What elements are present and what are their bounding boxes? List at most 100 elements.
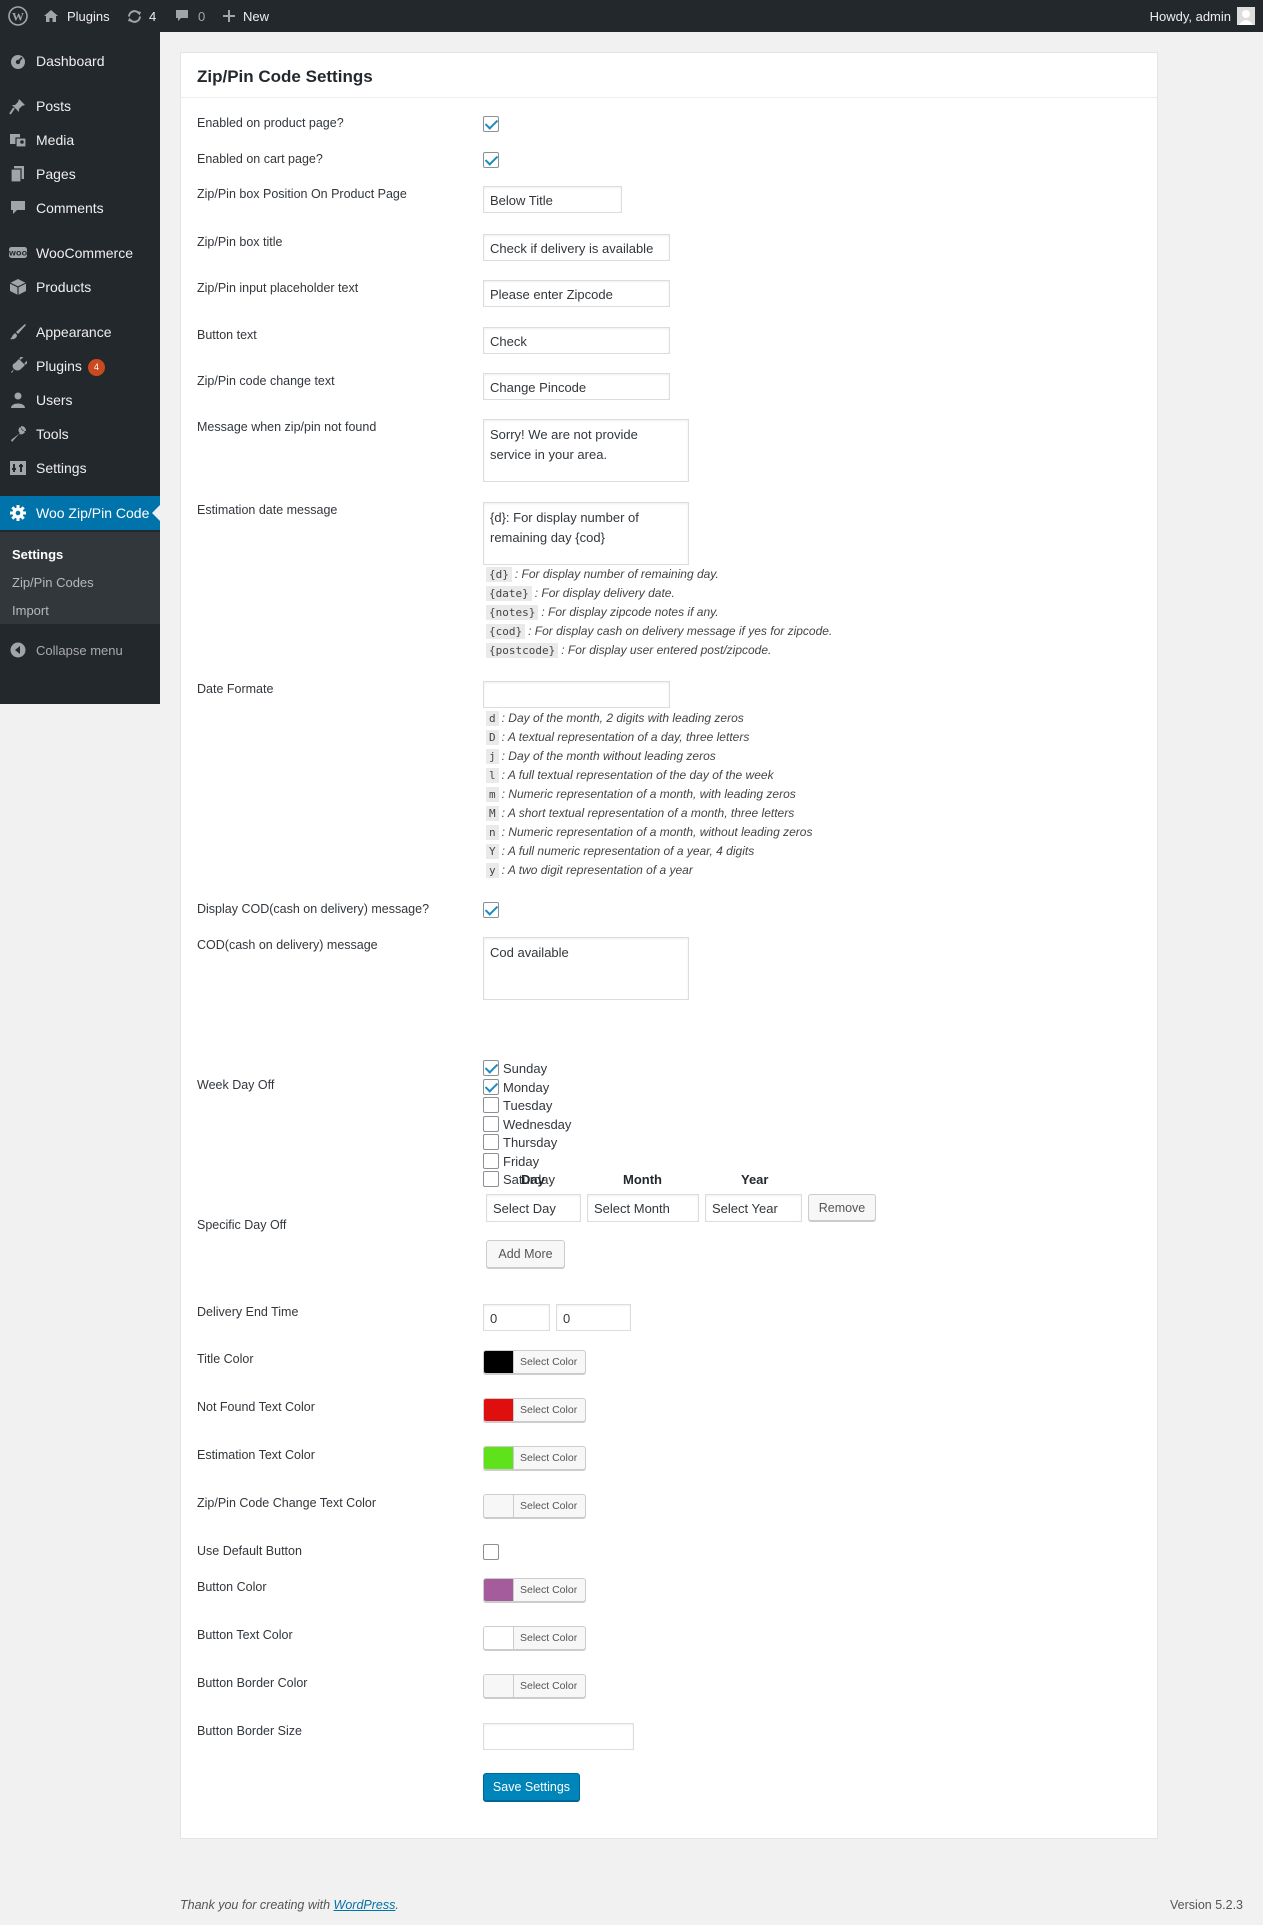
sidebar-item-settings[interactable]: Settings bbox=[0, 451, 160, 485]
estimation-color-picker[interactable]: Select Color bbox=[483, 1446, 586, 1470]
title-color-picker[interactable]: Select Color bbox=[483, 1350, 586, 1374]
wordpress-logo-icon[interactable]: W bbox=[8, 0, 28, 32]
collapse-menu-button[interactable]: Collapse menu bbox=[10, 642, 123, 658]
admin-bar: W Plugins 4 0 New Howdy, admin bbox=[0, 0, 1263, 32]
week-day-label: Sunday bbox=[503, 1061, 548, 1076]
date-format-hint: y: A two digit representation of a year bbox=[486, 863, 693, 878]
adminbar-account[interactable]: Howdy, admin bbox=[1150, 0, 1255, 32]
not-found-textarea[interactable]: Sorry! We are not provide service in you… bbox=[483, 419, 689, 482]
not-found-color-picker[interactable]: Select Color bbox=[483, 1398, 586, 1422]
date-format-hint: l: A full textual representation of the … bbox=[486, 768, 774, 783]
sidebar-item-posts[interactable]: Posts bbox=[0, 89, 160, 123]
settings-icon bbox=[10, 461, 26, 475]
adminbar-site-link[interactable]: Plugins bbox=[43, 0, 110, 32]
estimation-textarea[interactable]: {d}: For display number of remaining day… bbox=[483, 502, 689, 565]
wordpress-link[interactable]: WordPress bbox=[334, 1898, 396, 1912]
sidebar-item-label: Pages bbox=[36, 166, 76, 182]
col-year-header: Year bbox=[741, 1172, 769, 1187]
border-size-label: Button Border Size bbox=[197, 1724, 302, 1738]
select-color-label: Select Color bbox=[520, 1404, 578, 1416]
cod-message-textarea[interactable]: Cod available bbox=[483, 937, 689, 1000]
refresh-icon bbox=[128, 9, 141, 23]
sidebar-item-users[interactable]: Users bbox=[0, 383, 160, 417]
week-day-sunday[interactable]: Sunday bbox=[483, 1060, 547, 1076]
sidebar-item-woo-zip-pin-code[interactable]: Woo Zip/Pin Code bbox=[0, 496, 160, 530]
week-day-friday[interactable]: Friday bbox=[483, 1152, 539, 1169]
week-day-checkbox[interactable] bbox=[483, 1097, 499, 1113]
submenu-zip-pin-codes[interactable]: Zip/Pin Codes bbox=[12, 575, 94, 590]
week-day-checkbox[interactable] bbox=[483, 1078, 499, 1095]
adminbar-comments[interactable]: 0 bbox=[174, 0, 205, 32]
sidebar-item-woocommerce[interactable]: WOO WooCommerce bbox=[0, 236, 160, 270]
select-day-dropdown[interactable]: Select Day bbox=[486, 1194, 581, 1222]
display-cod-checkbox[interactable] bbox=[483, 902, 499, 918]
button-color-picker[interactable]: Select Color bbox=[483, 1578, 586, 1602]
select-color-label: Select Color bbox=[520, 1680, 578, 1692]
delivery-end-hour-input[interactable]: 0 bbox=[483, 1304, 550, 1331]
enabled-product-checkbox[interactable] bbox=[483, 116, 499, 132]
select-month-dropdown[interactable]: Select Month bbox=[587, 1194, 699, 1222]
comments-count: 0 bbox=[198, 8, 206, 24]
select-year-dropdown[interactable]: Select Year bbox=[705, 1194, 802, 1222]
sidebar-item-pages[interactable]: Pages bbox=[0, 157, 160, 191]
estimation-label: Estimation date message bbox=[197, 503, 338, 517]
week-day-checkbox[interactable] bbox=[483, 1152, 499, 1169]
sidebar-item-tools[interactable]: Tools bbox=[0, 417, 160, 451]
user-icon bbox=[11, 392, 25, 408]
box-position-input[interactable]: Below Title bbox=[483, 186, 622, 213]
comment-icon bbox=[11, 201, 25, 214]
sidebar-item-label: Settings bbox=[36, 460, 87, 476]
week-day-checkbox[interactable] bbox=[483, 1171, 499, 1187]
color-swatch bbox=[484, 1399, 514, 1421]
button-text-input[interactable]: Check bbox=[483, 327, 670, 354]
date-format-hint: Y: A full numeric representation of a ye… bbox=[486, 844, 754, 859]
week-day-tuesday[interactable]: Tuesday bbox=[483, 1097, 552, 1113]
sidebar-item-label: Comments bbox=[36, 200, 104, 216]
sidebar-item-label: Users bbox=[36, 392, 73, 408]
button-border-color-picker[interactable]: Select Color bbox=[483, 1674, 586, 1698]
sidebar-item-media[interactable]: Media bbox=[0, 123, 160, 157]
estimation-hint: {notes}: For display zipcode notes if an… bbox=[486, 605, 719, 620]
box-title-label: Zip/Pin box title bbox=[197, 235, 283, 249]
date-format-input[interactable] bbox=[483, 681, 670, 708]
adminbar-new[interactable]: New bbox=[222, 0, 269, 32]
add-more-button[interactable]: Add More bbox=[486, 1240, 565, 1268]
button-text-color-picker[interactable]: Select Color bbox=[483, 1626, 586, 1650]
border-size-input[interactable] bbox=[483, 1723, 634, 1750]
adminbar-updates[interactable]: 4 bbox=[126, 0, 156, 32]
date-format-hint: d: Day of the month, 2 digits with leadi… bbox=[486, 711, 744, 726]
sidebar-item-products[interactable]: Products bbox=[0, 270, 160, 304]
week-day-checkbox[interactable] bbox=[483, 1134, 499, 1150]
gear-icon bbox=[10, 505, 26, 521]
pin-icon bbox=[9, 99, 25, 115]
week-day-thursday[interactable]: Thursday bbox=[483, 1134, 557, 1150]
sidebar-item-dashboard[interactable]: Dashboard bbox=[0, 44, 160, 78]
updates-count: 4 bbox=[149, 8, 157, 24]
box-title-input[interactable]: Check if delivery is available bbox=[483, 234, 670, 261]
enabled-product-label: Enabled on product page? bbox=[197, 116, 344, 130]
estimation-hint: {date}: For display delivery date. bbox=[486, 586, 675, 601]
submenu-settings[interactable]: Settings bbox=[12, 547, 63, 562]
submenu: Settings Zip/Pin Codes Import bbox=[0, 532, 160, 624]
estimation-hint: {postcode}: For display user entered pos… bbox=[486, 643, 771, 658]
box-position-label: Zip/Pin box Position On Product Page bbox=[197, 187, 407, 201]
week-day-label: Wednesday bbox=[503, 1116, 572, 1132]
use-default-button-checkbox[interactable] bbox=[483, 1544, 499, 1560]
use-default-button-label: Use Default Button bbox=[197, 1544, 302, 1558]
remove-button[interactable]: Remove bbox=[808, 1194, 876, 1221]
enabled-cart-checkbox[interactable] bbox=[483, 152, 499, 168]
change-text-input[interactable]: Change Pincode bbox=[483, 373, 670, 400]
week-day-checkbox[interactable] bbox=[483, 1060, 499, 1076]
sidebar-item-appearance[interactable]: Appearance bbox=[0, 315, 160, 349]
col-day-header: Day bbox=[521, 1172, 545, 1187]
change-text-color-picker[interactable]: Select Color bbox=[483, 1494, 586, 1518]
delivery-end-minute-input[interactable]: 0 bbox=[556, 1304, 631, 1331]
submenu-import[interactable]: Import bbox=[12, 603, 49, 618]
sidebar-item-comments[interactable]: Comments bbox=[0, 191, 160, 225]
sidebar-item-plugins[interactable]: Plugins 4 bbox=[0, 349, 160, 383]
placeholder-input[interactable]: Please enter Zipcode bbox=[483, 280, 670, 307]
week-day-checkbox[interactable] bbox=[483, 1115, 499, 1132]
week-day-monday[interactable]: Monday bbox=[483, 1078, 549, 1095]
week-day-wednesday[interactable]: Wednesday bbox=[483, 1115, 572, 1132]
save-settings-button[interactable]: Save Settings bbox=[483, 1773, 580, 1801]
